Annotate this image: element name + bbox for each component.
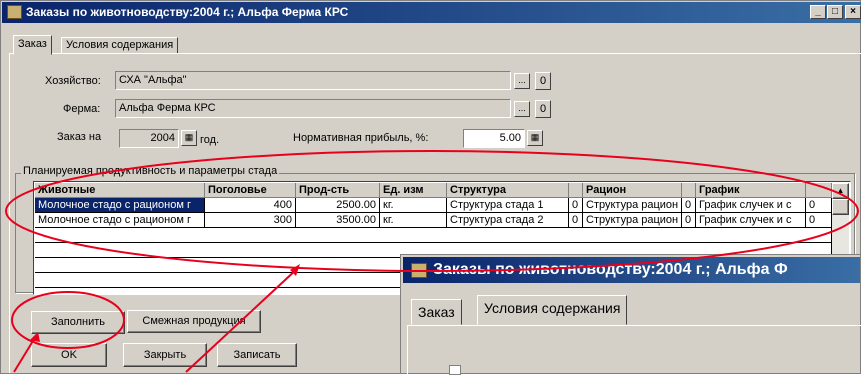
row2-structure-count[interactable]: 0 — [569, 213, 583, 228]
tab-order[interactable]: Заказ — [13, 35, 52, 55]
row2-schedule[interactable]: График случек и с — [696, 213, 806, 228]
zoom-tab-panel — [407, 325, 861, 375]
row2-unit[interactable]: кг. — [380, 213, 447, 228]
empty-row[interactable] — [35, 228, 832, 243]
zoom-window-title: Заказы по животноводству:2004 г.; Альфа … — [433, 261, 788, 278]
row1-productivity[interactable]: 2500.00 — [296, 198, 380, 213]
minimize-button[interactable]: _ — [810, 5, 826, 19]
row2-animals[interactable]: Молочное стадо с рационом г — [35, 213, 205, 228]
row1-structure[interactable]: Структура стада 1 — [447, 198, 569, 213]
farm-count[interactable]: 0 — [535, 100, 551, 118]
row1-ration[interactable]: Структура рацион — [583, 198, 682, 213]
zoom-tab-order[interactable]: Заказ — [411, 299, 462, 325]
col-header-unit[interactable]: Ед. изм — [380, 183, 447, 198]
row2-ration-count[interactable]: 0 — [682, 213, 696, 228]
related-products-button[interactable]: Смежная продукция — [127, 310, 261, 333]
row2-headcount[interactable]: 300 — [205, 213, 296, 228]
year-field[interactable]: 2004 — [119, 129, 179, 148]
row1-schedule-count[interactable]: 0 — [806, 198, 832, 213]
tab-conditions[interactable]: Условия содержания — [61, 37, 179, 54]
profit-label: Нормативная прибыль, %: — [293, 132, 429, 144]
scroll-thumb[interactable] — [832, 199, 849, 215]
row1-unit[interactable]: кг. — [380, 198, 447, 213]
close-button[interactable]: Закрыть — [123, 343, 207, 367]
zoomed-window-inset: Заказы по животноводству:2004 г.; Альфа … — [400, 254, 861, 375]
col-header-schedule-count[interactable] — [806, 183, 832, 198]
herd-params-label: Планируемая продуктивность и параметры с… — [21, 165, 280, 177]
col-header-animals[interactable]: Животные — [35, 183, 205, 198]
close-window-button[interactable]: × — [845, 5, 861, 19]
row1-headcount[interactable]: 400 — [205, 198, 296, 213]
profit-calculator-icon[interactable]: ▦ — [527, 130, 543, 146]
scroll-up-arrow-icon[interactable]: ▲ — [832, 183, 849, 199]
row2-structure[interactable]: Структура стада 2 — [447, 213, 569, 228]
col-header-headcount[interactable]: Поголовье — [205, 183, 296, 198]
farm-owner-field[interactable]: СХА "Альфа" — [115, 71, 511, 90]
col-header-productivity[interactable]: Прод-сть — [296, 183, 380, 198]
row1-animals[interactable]: Молочное стадо с рационом г — [35, 198, 205, 213]
row1-schedule[interactable]: График случек и с — [696, 198, 806, 213]
farm-owner-browse-button[interactable]: ... — [514, 73, 530, 89]
zoom-title-bar: Заказы по животноводству:2004 г.; Альфа … — [403, 257, 860, 283]
zoom-tab-conditions[interactable]: Условия содержания — [477, 295, 628, 325]
farm-owner-count[interactable]: 0 — [535, 72, 551, 90]
fill-button[interactable]: Заполнить — [31, 311, 125, 334]
order-for-label: Заказ на — [57, 131, 102, 143]
farm-field[interactable]: Альфа Ферма КРС — [115, 99, 511, 118]
row2-productivity[interactable]: 3500.00 — [296, 213, 380, 228]
save-button[interactable]: Записать — [217, 343, 297, 367]
app-icon — [7, 5, 22, 19]
farm-browse-button[interactable]: ... — [514, 101, 530, 117]
farm-owner-label: Хозяйство: — [45, 75, 101, 87]
calculator-icon[interactable]: ▦ — [181, 130, 197, 146]
profit-field[interactable]: 5.00 — [463, 129, 525, 148]
farm-label: Ферма: — [63, 103, 101, 115]
zoom-app-icon — [411, 263, 427, 278]
row1-ration-count[interactable]: 0 — [682, 198, 696, 213]
title-bar[interactable]: Заказы по животноводству:2004 г.; Альфа … — [2, 2, 861, 23]
row2-schedule-count[interactable]: 0 — [806, 213, 832, 228]
window-title: Заказы по животноводству:2004 г.; Альфа … — [26, 5, 349, 19]
row1-structure-count[interactable]: 0 — [569, 198, 583, 213]
col-header-ration[interactable]: Рацион — [583, 183, 682, 198]
col-header-ration-count[interactable] — [682, 183, 696, 198]
ok-button[interactable]: OK — [31, 343, 107, 367]
col-header-schedule[interactable]: График — [696, 183, 806, 198]
year-unit-label: год. — [200, 134, 220, 146]
restore-button[interactable]: □ — [827, 5, 843, 19]
col-header-structure-count[interactable] — [569, 183, 583, 198]
col-header-structure[interactable]: Структура — [447, 183, 569, 198]
row2-ration[interactable]: Структура рацион — [583, 213, 682, 228]
